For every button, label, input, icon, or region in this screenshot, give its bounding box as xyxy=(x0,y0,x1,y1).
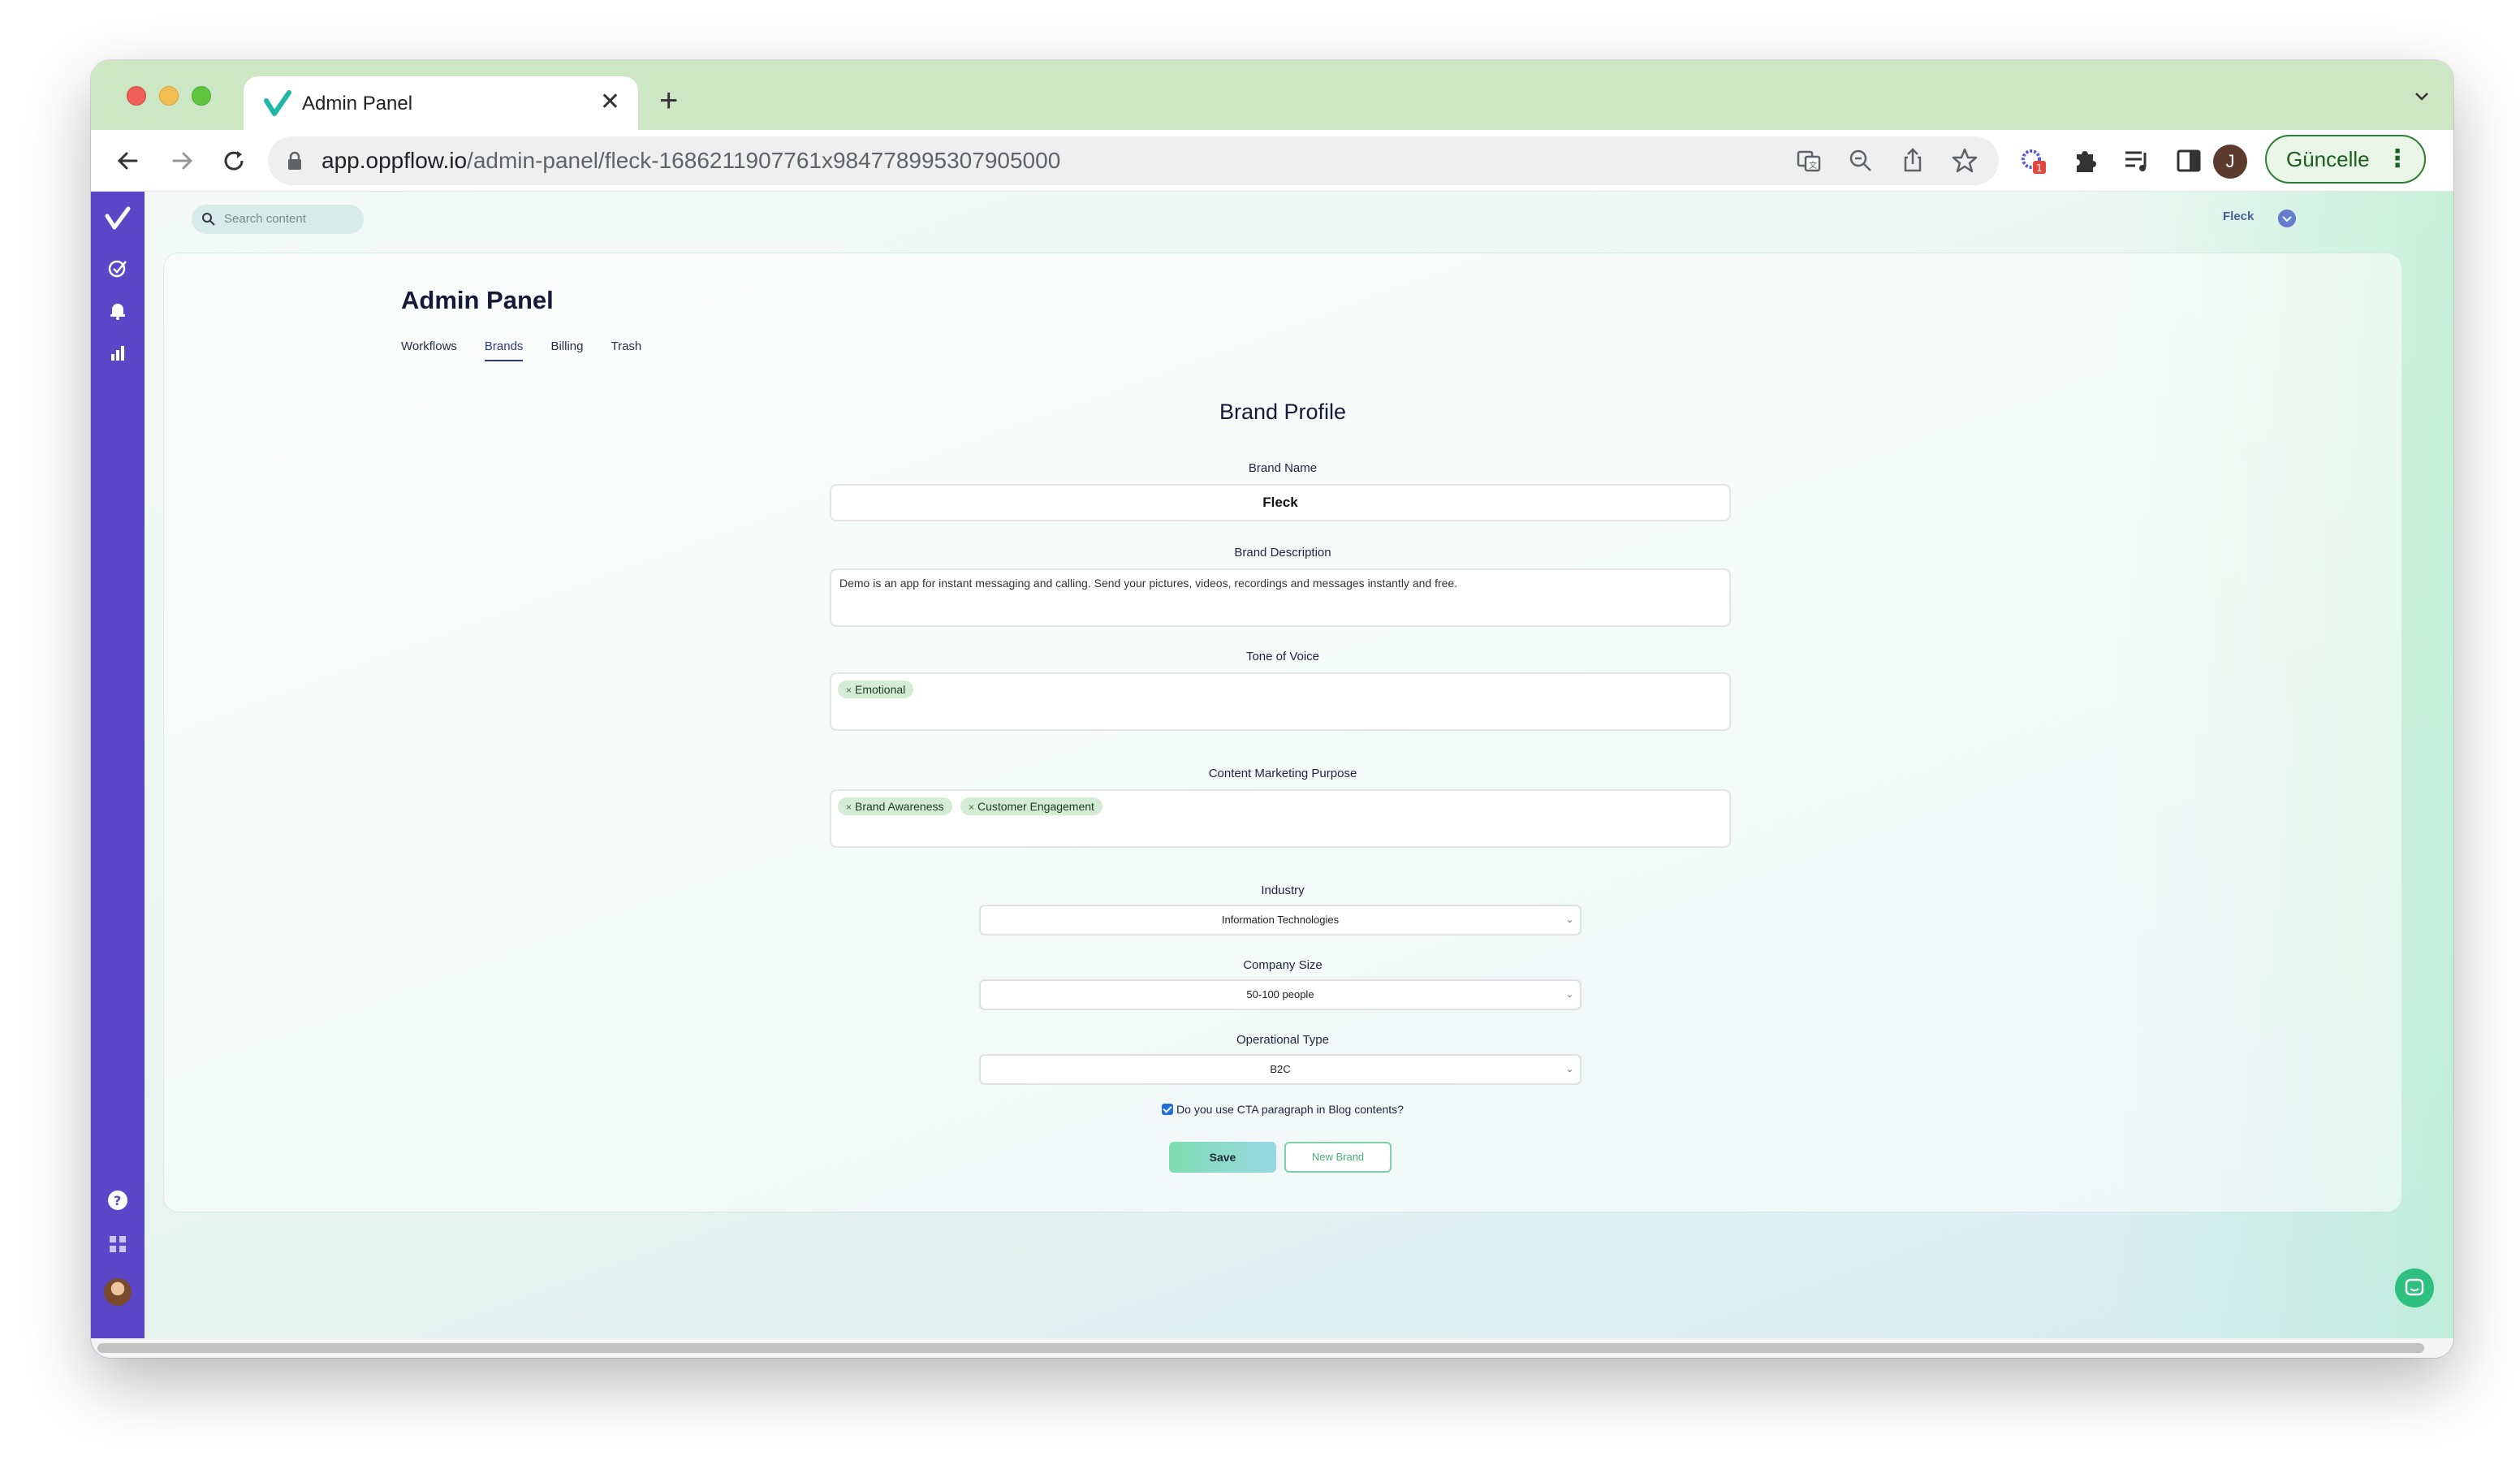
chevron-down-icon[interactable] xyxy=(2414,89,2429,104)
admin-card: Admin Panel Workflows Brands Billing Tra… xyxy=(164,253,2401,1212)
chevron-down-icon: ⌄ xyxy=(1565,990,1573,1000)
chevron-down-icon: ⌄ xyxy=(1565,1065,1573,1074)
puzzle-icon[interactable] xyxy=(2070,146,2099,175)
lock-icon xyxy=(288,151,301,170)
cta-checkbox-label[interactable]: Do you use CTA paragraph in Blog content… xyxy=(1176,1103,1404,1116)
scrollbar-thumb[interactable] xyxy=(97,1343,2424,1353)
page-title: Admin Panel xyxy=(401,286,554,314)
tab-title: Admin Panel xyxy=(302,93,413,115)
cta-checkbox[interactable] xyxy=(1162,1104,1174,1115)
admin-tabs: Workflows Brands Billing Trash xyxy=(401,339,669,361)
tag-chip: × Brand Awareness xyxy=(838,797,952,815)
operational-type-select[interactable]: B2C ⌄ xyxy=(979,1054,1581,1085)
svg-text:?: ? xyxy=(114,1193,121,1208)
help-icon[interactable]: ? xyxy=(106,1189,129,1212)
svg-text:文: 文 xyxy=(1809,160,1817,171)
tone-of-voice-field[interactable]: × Emotional xyxy=(830,672,1731,731)
content-marketing-purpose-field[interactable]: × Brand Awareness × Customer Engagement xyxy=(830,789,1731,848)
tag-label: Emotional xyxy=(855,683,906,696)
new-brand-button[interactable]: New Brand xyxy=(1284,1142,1392,1173)
analytics-bars-icon[interactable] xyxy=(106,341,129,364)
tag-label: Brand Awareness xyxy=(855,800,944,813)
tab-trash[interactable]: Trash xyxy=(611,339,641,361)
tab-strip: Admin Panel ✕ + xyxy=(91,60,2453,130)
url-path: /admin-panel/fleck-1686211907761x9847789… xyxy=(467,148,1061,173)
brand-profile-title: Brand Profile xyxy=(1219,400,1347,424)
brand-selector[interactable]: Fleck xyxy=(2223,210,2254,223)
save-button[interactable]: Save xyxy=(1169,1142,1276,1173)
brand-name-label: Brand Name xyxy=(1248,461,1318,475)
extension-badge-count: 1 xyxy=(2036,162,2043,174)
browser-window: Admin Panel ✕ + app.oppflow.io/admin-pan… xyxy=(91,60,2453,1358)
tag-chip: × Customer Engagement xyxy=(960,797,1102,815)
tag-remove-icon[interactable]: × xyxy=(846,802,852,813)
search-placeholder: Search content xyxy=(224,212,306,226)
user-avatar[interactable] xyxy=(104,1278,132,1306)
brand-description-field[interactable]: Demo is an app for instant messaging and… xyxy=(830,568,1731,627)
tag-remove-icon[interactable]: × xyxy=(846,685,852,696)
chat-support-icon[interactable] xyxy=(2395,1268,2434,1307)
profile-avatar[interactable]: J xyxy=(2213,145,2247,179)
oppflow-logo-icon[interactable] xyxy=(104,205,132,232)
tasks-check-icon[interactable] xyxy=(106,257,129,279)
operational-type-value: B2C xyxy=(1270,1063,1291,1075)
side-panel-icon[interactable] xyxy=(2174,146,2203,175)
media-queue-icon[interactable] xyxy=(2122,146,2151,175)
tab-close-icon[interactable]: ✕ xyxy=(600,88,620,117)
url-host: app.oppflow.io xyxy=(321,148,468,173)
company-size-label: Company Size xyxy=(1243,958,1323,972)
industry-select[interactable]: Information Technologies ⌄ xyxy=(979,905,1581,936)
forward-arrow-icon[interactable] xyxy=(166,145,198,177)
bookmark-star-icon[interactable] xyxy=(1950,146,1979,175)
tone-of-voice-label: Tone of Voice xyxy=(1245,650,1320,663)
search-input[interactable]: Search content xyxy=(192,205,364,234)
tab-billing[interactable]: Billing xyxy=(550,339,583,361)
tab-workflows[interactable]: Workflows xyxy=(401,339,457,361)
industry-label: Industry xyxy=(1261,884,1305,897)
brand-description-label: Brand Description xyxy=(1234,546,1331,560)
company-size-select[interactable]: 50-100 people ⌄ xyxy=(979,979,1581,1010)
url-text: app.oppflow.io/admin-panel/fleck-1686211… xyxy=(321,148,1060,174)
minimize-window-button[interactable] xyxy=(159,86,179,106)
content-marketing-purpose-label: Content Marketing Purpose xyxy=(1208,767,1357,780)
share-icon[interactable] xyxy=(1898,146,1927,175)
industry-value: Information Technologies xyxy=(1221,914,1340,926)
browser-tab-active[interactable]: Admin Panel ✕ xyxy=(244,76,638,130)
address-bar[interactable]: app.oppflow.io/admin-panel/fleck-1686211… xyxy=(268,136,1999,185)
search-icon xyxy=(202,213,215,226)
update-button-label: Güncelle xyxy=(2286,147,2370,171)
chevron-down-icon: ⌄ xyxy=(1565,915,1573,925)
bell-icon[interactable] xyxy=(106,299,129,322)
company-size-value: 50-100 people xyxy=(1246,988,1314,1000)
app-viewport: ? Search content Fleck Admin Panel Workf… xyxy=(91,192,2453,1358)
apps-grid-icon[interactable] xyxy=(106,1233,129,1255)
tag-label: Customer Engagement xyxy=(977,800,1094,813)
more-menu-icon[interactable]: ⋮ xyxy=(2385,136,2410,182)
tab-brands[interactable]: Brands xyxy=(484,339,524,361)
translate-icon[interactable]: 文 xyxy=(1794,146,1823,175)
horizontal-scrollbar[interactable] xyxy=(91,1338,2453,1358)
extension-badge-icon[interactable]: 1 xyxy=(2018,146,2048,175)
back-arrow-icon[interactable] xyxy=(112,145,145,177)
maximize-window-button[interactable] xyxy=(192,86,211,106)
update-browser-button[interactable]: Güncelle ⋮ xyxy=(2265,135,2426,184)
tag-remove-icon[interactable]: × xyxy=(969,802,974,813)
new-tab-button[interactable]: + xyxy=(659,84,678,117)
browser-toolbar: app.oppflow.io/admin-panel/fleck-1686211… xyxy=(91,130,2453,192)
sidebar: ? xyxy=(91,192,145,1358)
operational-type-label: Operational Type xyxy=(1236,1033,1329,1047)
tag-chip: × Emotional xyxy=(838,681,914,698)
chevron-down-icon[interactable] xyxy=(2278,210,2296,227)
oppflow-favicon-icon xyxy=(264,90,291,116)
brand-name-field[interactable]: Fleck xyxy=(830,484,1731,521)
cta-checkbox-row: Do you use CTA paragraph in Blog content… xyxy=(164,1103,2401,1116)
reload-icon[interactable] xyxy=(218,145,250,177)
zoom-icon[interactable] xyxy=(1846,146,1875,175)
close-window-button[interactable] xyxy=(127,86,146,106)
